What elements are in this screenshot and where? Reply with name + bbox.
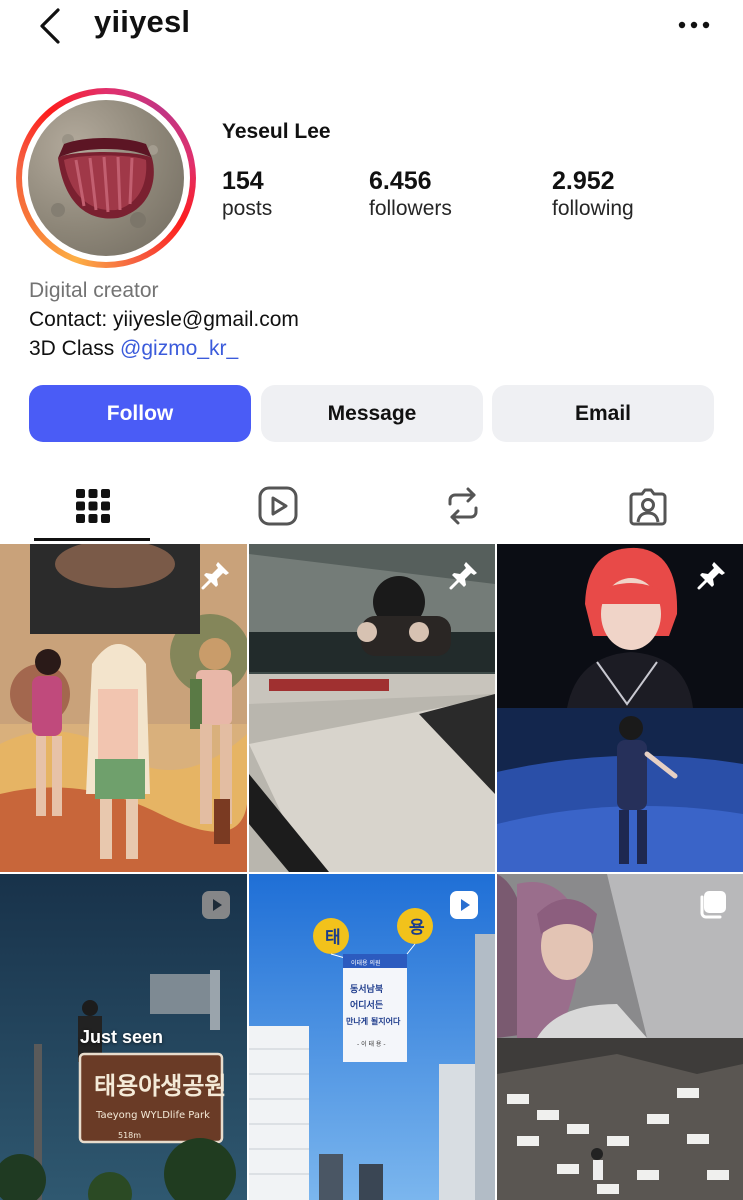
pin-icon — [697, 562, 725, 590]
pin-icon — [201, 562, 229, 590]
post-tile[interactable] — [249, 544, 495, 872]
tab-reels[interactable] — [185, 470, 370, 542]
following-count[interactable]: 2.952 following — [552, 166, 634, 222]
grid-icon — [75, 489, 110, 523]
following-count-label: following — [552, 197, 634, 220]
carousel-icon — [700, 891, 726, 919]
tab-tagged[interactable] — [555, 470, 740, 542]
profile-category: Digital creator — [29, 279, 159, 302]
post-tile[interactable] — [0, 544, 247, 872]
display-name: Yeseul Lee — [222, 120, 331, 143]
ellipsis-icon — [678, 21, 710, 29]
bio-class-prefix: 3D Class — [29, 337, 121, 360]
reel-badge — [447, 888, 481, 922]
sign-subtext: Taeyong WYLDlife Park — [95, 1110, 210, 1121]
more-options-button[interactable] — [672, 10, 716, 40]
banner-signature: - 이 태 용 - — [357, 1040, 386, 1048]
bio-contact: Contact: yiiyesle@gmail.com — [29, 308, 299, 331]
followers-count-label: followers — [369, 197, 452, 220]
post-tile[interactable] — [497, 544, 743, 872]
pinned-badge — [695, 558, 729, 592]
tagged-person-icon — [629, 488, 666, 526]
sign-text: 태용야생공원 — [94, 1072, 226, 1100]
bio-mention-link[interactable]: @gizmo_kr_ — [120, 337, 238, 360]
follow-button[interactable]: Follow — [29, 385, 251, 442]
reel-play-icon — [450, 891, 478, 919]
post-tile[interactable]: 태 용 이태용 의원 동서남북 어디서든 만나게 될지어다 - 이 태 용 - — [249, 874, 495, 1200]
post-tile[interactable] — [497, 874, 743, 1200]
reels-icon — [258, 486, 297, 526]
tab-grid[interactable] — [0, 470, 185, 542]
avatar — [28, 100, 184, 256]
pinned-badge — [447, 558, 481, 592]
bio-class-line: 3D Class @gizmo_kr_ — [29, 334, 299, 363]
top-bar: yiiyesl — [0, 0, 743, 56]
profile-bio: Digital creator Contact: yiiyesle@gmail.… — [29, 276, 299, 363]
back-button[interactable] — [32, 6, 68, 46]
followers-count[interactable]: 6.456 followers — [369, 166, 452, 222]
profile-username: yiiyesl — [94, 4, 191, 39]
posts-count: 154 posts — [222, 166, 272, 222]
balloon-right-text: 용 — [409, 918, 425, 938]
posts-grid: 태용야생공원 Taeyong WYLDlife Park 518m Just s… — [0, 544, 743, 1200]
reel-play-icon — [202, 891, 230, 919]
pin-icon — [449, 562, 477, 590]
posts-count-label: posts — [222, 197, 273, 220]
active-tab-indicator — [34, 538, 150, 541]
banner-top-text: 이태용 의원 — [351, 959, 381, 967]
banner-line-2: 어디서든 — [350, 999, 383, 1011]
message-button[interactable]: Message — [261, 385, 483, 442]
banner-line-3: 만나게 될지어다 — [346, 1016, 401, 1026]
repost-icon — [448, 487, 477, 525]
following-count-value: 2.952 — [552, 167, 615, 195]
profile-tabs — [0, 470, 743, 542]
post-tile[interactable]: 태용야생공원 Taeyong WYLDlife Park 518m Just s… — [0, 874, 247, 1200]
sign-distance: 518m — [118, 1131, 141, 1140]
banner-line-1: 동서남북 — [350, 983, 383, 995]
email-button[interactable]: Email — [492, 385, 714, 442]
just-seen-label: Just seen — [80, 1027, 164, 1047]
balloon-left-text: 태 — [325, 928, 341, 948]
story-ring[interactable] — [16, 88, 196, 268]
carousel-badge — [695, 888, 729, 922]
tab-reposts[interactable] — [370, 470, 555, 542]
followers-count-value: 6.456 — [369, 167, 432, 195]
chevron-left-icon — [40, 8, 60, 44]
reel-badge — [199, 888, 233, 922]
pinned-badge — [199, 558, 233, 592]
posts-count-value: 154 — [222, 167, 264, 195]
